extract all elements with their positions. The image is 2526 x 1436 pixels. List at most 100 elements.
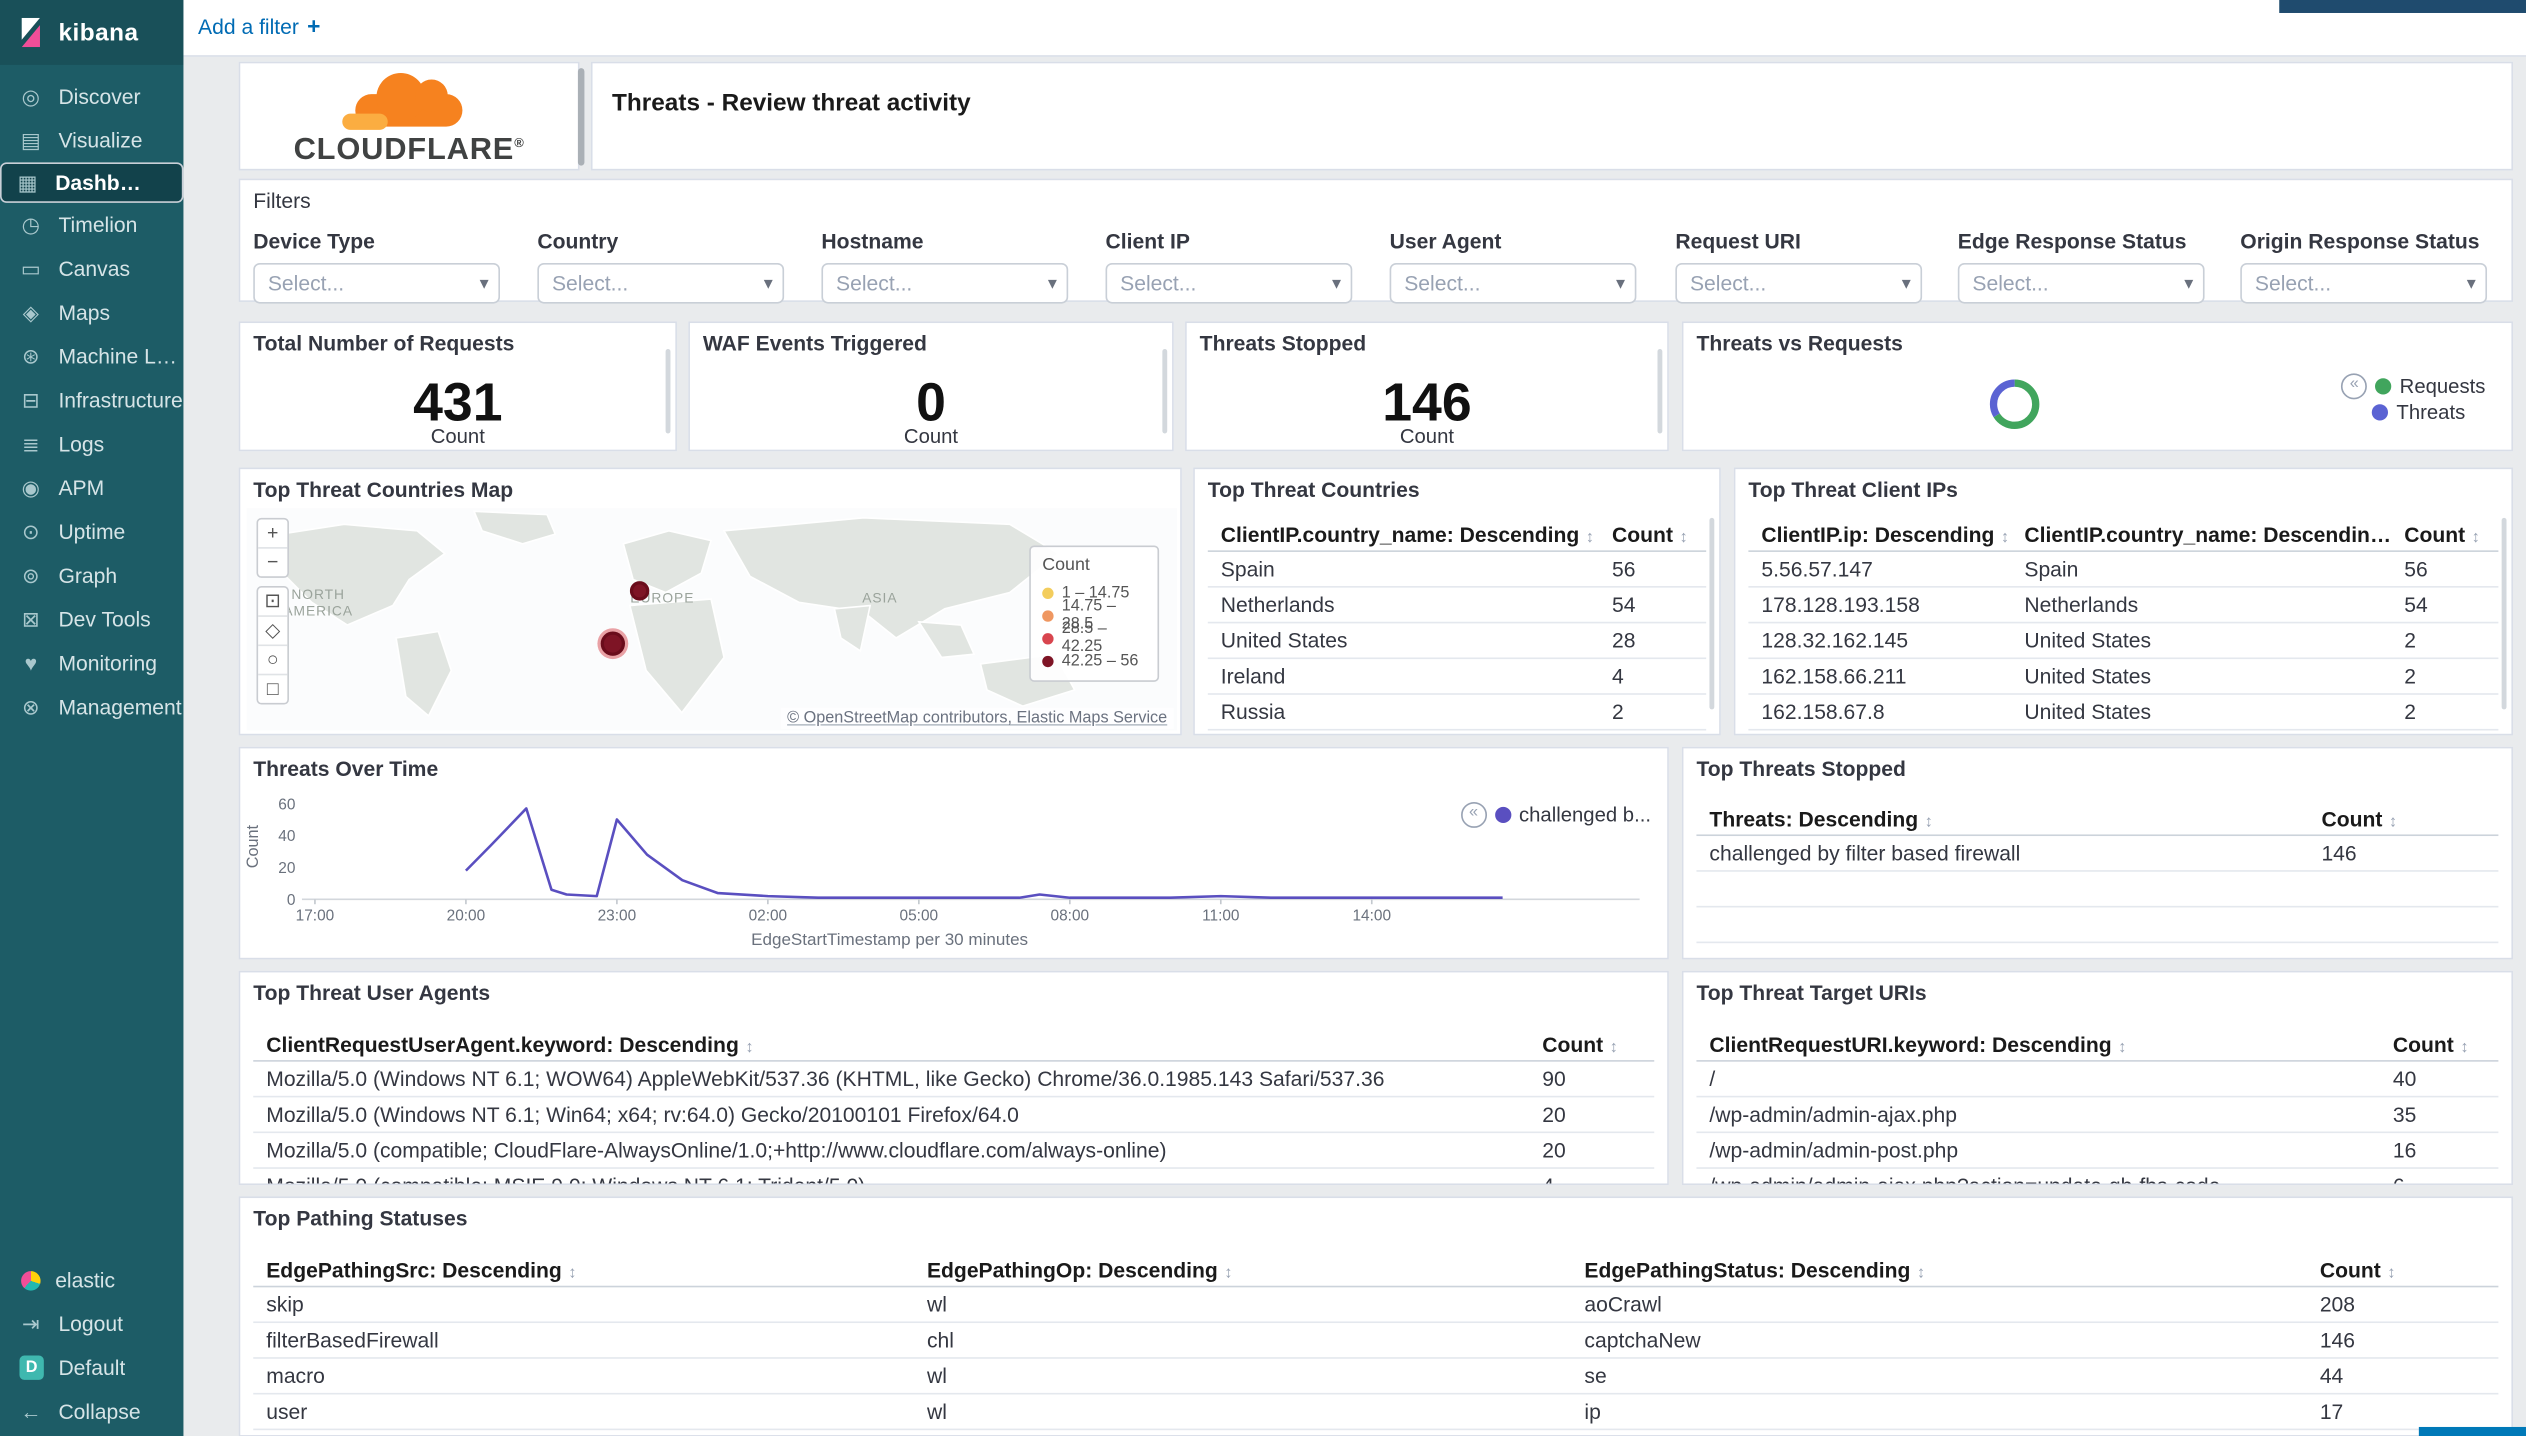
hostname-select[interactable]: Select... ▾ [821, 262, 1069, 304]
column-header[interactable]: Count ↕ [2307, 1257, 2499, 1281]
cell-op: wl [926, 1399, 947, 1424]
country-select[interactable]: Select... ▾ [537, 262, 785, 304]
column-header[interactable]: Threats: Descending ↕ [1696, 806, 2308, 830]
map-rect-tool-button[interactable]: □ [258, 675, 287, 703]
filter-country: Country Select... ▾ [537, 229, 785, 304]
device-type-select[interactable]: Select... ▾ [253, 262, 501, 304]
sidebar-item-discover[interactable]: ◎ Discover [0, 75, 183, 119]
sidebar-item-elastic[interactable]: elastic [0, 1258, 183, 1302]
column-header[interactable]: EdgePathingOp: Descending ↕ [914, 1257, 1571, 1281]
sidebar-item-label: Infrastructure [58, 387, 183, 413]
table-row: Mozilla/5.0 (Windows NT 6.1; WOW64) Appl… [253, 1062, 1655, 1098]
column-header[interactable]: Count ↕ [1529, 1032, 1654, 1056]
map-fit-tool-button[interactable]: ⊡ [258, 588, 288, 617]
panel-title: Top Threat User Agents [253, 980, 491, 1005]
column-header[interactable]: ClientIP.country_name: Descending↕ [1208, 522, 1599, 546]
sort-icon: ↕ [1679, 528, 1688, 547]
legend-toggle-icon[interactable]: « [1460, 801, 1487, 828]
sidebar-collapse-button[interactable]: ← Collapse [0, 1390, 183, 1434]
sidebar-item-uptime[interactable]: ⊙ Uptime [0, 510, 183, 554]
cell-threat: challenged by filter based firewall [1709, 840, 2021, 866]
edge-response-status-select[interactable]: Select... ▾ [1957, 262, 2205, 304]
sidebar-item-label: Collapse [58, 1399, 141, 1424]
request-uri-select[interactable]: Select... ▾ [1675, 262, 1923, 304]
sidebar-item-maps[interactable]: ◈ Maps [0, 291, 183, 335]
sort-icon: ↕ [745, 1038, 754, 1057]
column-header[interactable]: Count ↕ [2308, 806, 2498, 830]
column-header[interactable]: ClientRequestURI.keyword: Descending ↕ [1696, 1032, 2379, 1056]
sidebar-item-label: Monitoring [58, 650, 157, 676]
column-header[interactable]: EdgePathingStatus: Descending ↕ [1571, 1257, 2306, 1281]
sidebar-item-graph[interactable]: ⊚ Graph [0, 554, 183, 598]
zoom-out-button[interactable]: − [258, 549, 287, 577]
column-header[interactable]: ClientIP.country_name: Descending↕ [2011, 522, 2391, 546]
map-marker-spain[interactable] [629, 581, 650, 601]
map-marker-netherlands[interactable] [600, 631, 626, 656]
panel-scrollbar[interactable] [1657, 349, 1663, 434]
table-row: /wp-admin/admin-ajax.php 35 [1696, 1097, 2499, 1134]
legend-toggle-icon[interactable]: « [2341, 373, 2368, 400]
legend-item-challenged[interactable]: challenged b... [1519, 804, 1651, 827]
column-header[interactable]: EdgePathingSrc: Descending ↕ [253, 1257, 914, 1281]
panel-scrollbar[interactable] [2501, 517, 2507, 710]
legend-item-threats[interactable]: Threats [2396, 401, 2465, 424]
cell-status: se [1584, 1363, 1607, 1388]
bottom-right-accent-bar [2418, 1426, 2526, 1436]
panel-scrollbar[interactable] [665, 349, 671, 434]
origin-response-status-select[interactable]: Select... ▾ [2240, 262, 2488, 304]
svg-text:14:00: 14:00 [1352, 907, 1391, 924]
column-header[interactable]: ClientRequestUserAgent.keyword: Descendi… [253, 1032, 1529, 1056]
add-filter-button[interactable]: Add a filter + [198, 13, 320, 39]
column-header[interactable]: Count ↕ [1599, 522, 1706, 546]
panel-scrollbar[interactable] [1162, 349, 1168, 434]
column-header[interactable]: ClientIP.ip: Descending ↕ [1748, 522, 2011, 546]
monitoring-icon: ♥ [24, 650, 38, 676]
kibana-logo[interactable]: kibana [0, 0, 184, 65]
panel-scrollbar[interactable] [1709, 517, 1715, 710]
svg-text:17:00: 17:00 [296, 907, 335, 924]
filter-label: Edge Response Status [1957, 228, 2187, 254]
sidebar-item-machine-learning[interactable]: ⊛ Machine Le... [0, 334, 183, 378]
sidebar-item-management[interactable]: ⊗ Management [0, 685, 183, 729]
map-circle-tool-button[interactable]: ○ [258, 646, 288, 676]
cell-user-agent: Mozilla/5.0 (compatible; CloudFlare-Alwa… [266, 1137, 1167, 1163]
metric-total-requests-panel: Total Number of Requests 431 Count [238, 321, 677, 452]
legend-dot [1042, 609, 1054, 621]
world-map[interactable]: NORTH AMERICA EUROPE ASIA + − ⊡ ◇ ○ □ Co… [246, 508, 1177, 731]
sidebar-item-dashboard[interactable]: ▦ Dashboard [0, 162, 184, 203]
table-row: Russia 2 [1207, 695, 1707, 731]
sidebar-item-infrastructure[interactable]: ⊟ Infrastructure [0, 378, 183, 422]
sidebar-item-label: Uptime [58, 519, 126, 544]
sidebar-item-canvas[interactable]: ▭ Canvas [0, 247, 183, 291]
sidebar-item-logs[interactable]: ≣ Logs [0, 422, 183, 466]
legend-item-requests[interactable]: Requests [2400, 375, 2486, 398]
table-row: 178.128.193.158 Netherlands 54 [1748, 588, 2499, 624]
cell-src: user [266, 1399, 308, 1424]
table-row-empty [1696, 872, 2499, 908]
sidebar-item-logout[interactable]: ⇥ Logout [0, 1302, 183, 1346]
zoom-in-button[interactable]: + [258, 519, 288, 549]
cell-country: Spain [2024, 556, 2079, 582]
canvas-icon: ▭ [20, 255, 41, 281]
user-agent-select[interactable]: Select... ▾ [1389, 262, 1637, 304]
sidebar-item-apm[interactable]: ◉ APM [0, 466, 183, 510]
sidebar-item-dev-tools[interactable]: ⊠ Dev Tools [0, 597, 183, 641]
cell-ip: 178.128.193.158 [1761, 592, 1920, 617]
graph-icon: ⊚ [21, 562, 40, 587]
cloudflare-cloud-icon [342, 73, 463, 130]
map-polygon-tool-button[interactable]: ◇ [258, 617, 288, 647]
panel-drag-handle[interactable] [577, 68, 585, 166]
sort-icon: ↕ [2118, 1038, 2127, 1057]
dev-tools-icon: ⊠ [21, 606, 40, 631]
client-ip-select[interactable]: Select... ▾ [1105, 262, 1353, 304]
sidebar-item-default-space[interactable]: D Default [0, 1346, 183, 1390]
map-attribution-link[interactable]: © OpenStreetMap contributors, Elastic Ma… [780, 707, 1174, 729]
cell-country: Spain [1220, 556, 1275, 582]
chevron-down-icon: ▾ [1901, 274, 1911, 294]
sidebar-item-timelion[interactable]: ◷ Timelion [0, 203, 183, 247]
sidebar-item-monitoring[interactable]: ♥ Monitoring [0, 641, 183, 685]
sidebar-item-visualize[interactable]: ▤ Visualize [0, 119, 183, 163]
column-header[interactable]: Count ↕ [2380, 1032, 2499, 1056]
column-header[interactable]: Count ↕ [2391, 522, 2498, 546]
panel-title: Top Threat Target URIs [1696, 980, 1927, 1005]
